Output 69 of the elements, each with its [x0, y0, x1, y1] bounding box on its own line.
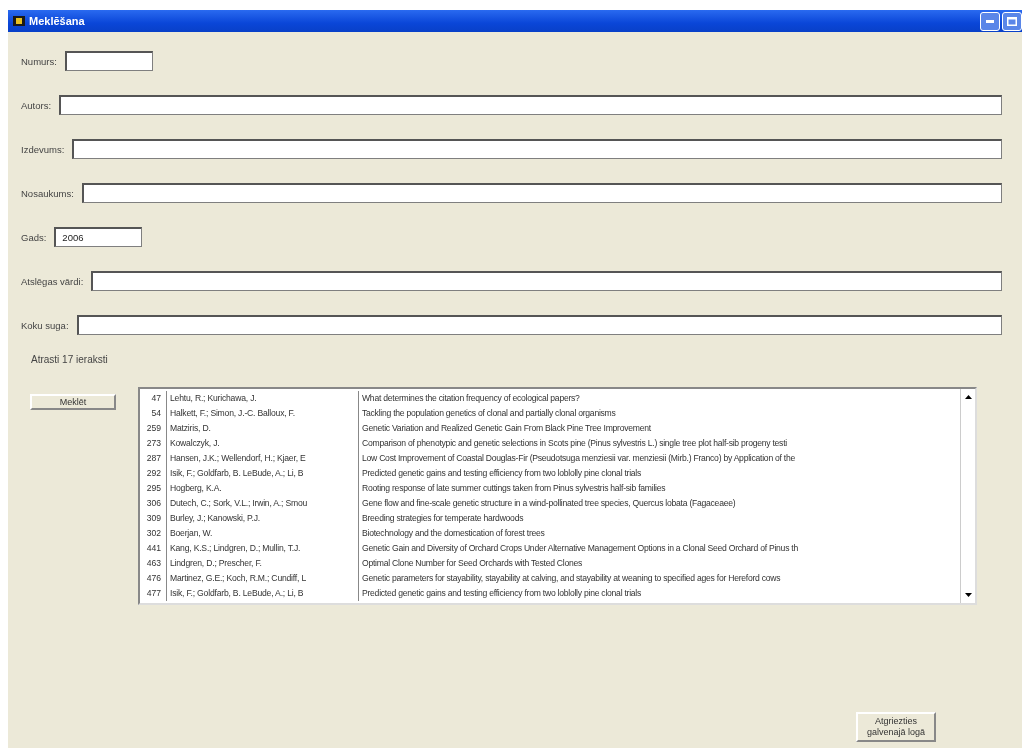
table-cell: Lindgren, D.; Prescher, F.: [166, 556, 359, 571]
table-cell: Kowalczyk, J.: [166, 436, 359, 451]
results-list[interactable]: [138, 387, 977, 605]
table-cell: Hogberg, K.A.: [166, 481, 359, 496]
input-field[interactable]: [76, 315, 1002, 335]
field-label: Koku suga:: [21, 319, 69, 331]
input-field[interactable]: [91, 271, 1002, 291]
field-label: Izdevums:: [21, 143, 65, 155]
input-field[interactable]: [59, 95, 1002, 115]
scroll-up-icon[interactable]: [964, 395, 972, 399]
table-cell: Matziris, D.: [166, 421, 359, 436]
table-cell: Isik, F.; Goldfarb, B. LeBude, A.; Li, B: [166, 466, 359, 481]
window-title: Meklēšana: [29, 15, 85, 27]
field-label: Autors:: [21, 99, 52, 111]
maximize-button[interactable]: [1002, 11, 1022, 31]
table-cell-text: Biotechnology and the domestication of forest trees: [361, 527, 546, 540]
table-cell-text: 54: [150, 407, 162, 420]
table-cell: Lehtu, R.; Kurichawa, J.: [166, 391, 359, 406]
field-label: Gads:: [21, 231, 47, 243]
table-cell-text: 463: [145, 557, 162, 570]
table-cell-text: Gene flow and fine-scale genetic structure in a wind-pollinated tree species, Quercus lobata (Fagaceaee): [361, 497, 737, 510]
search-button[interactable]: Meklēt: [30, 394, 116, 410]
table-cell-text: Genetic parameters for stayability, stayability at calving, and stayability at weaning to specified ages for Hereford cows: [361, 572, 782, 585]
table-cell-text: 306: [145, 497, 162, 510]
table-cell: Dutech, C.; Sork, V.L.; Irwin, A.; Smou: [166, 496, 359, 511]
table-cell-text: Breeding strategies for temperate hardwoods: [361, 512, 525, 525]
return-button[interactable]: Atgriezties galvenajā logā: [856, 712, 936, 742]
table-cell-text: 476: [145, 572, 162, 585]
table-cell: Boerjan, W.: [166, 526, 359, 541]
field-label: Atslēgas vārdi:: [21, 275, 84, 287]
table-cell-text: 287: [145, 452, 162, 465]
table-cell-text: What determines the citation frequency of ecological papers?: [361, 392, 581, 405]
table-cell: Halkett, F.; Simon, J.-C. Balloux, F.: [166, 406, 359, 421]
table-cell-text: 292: [145, 467, 162, 480]
table-cell-text: Optimal Clone Number for Seed Orchards with Tested Clones: [361, 557, 584, 570]
table-cell-text: 309: [145, 512, 162, 525]
scrollbar[interactable]: [960, 389, 975, 603]
input-field[interactable]: [64, 51, 153, 71]
table-cell-text: Genetic Gain and Diversity of Orchard Crops Under Alternative Management Options in a Clonal Seed Orchard of Pinus th: [361, 542, 799, 555]
table-cell-text: Low Cost Improvement of Coastal Douglas-Fir (Pseudotsuga menziesii var. menziesii (Mirb.) Franco) by Application of the: [361, 452, 797, 465]
table-cell-text: Genetic Variation and Realized Genetic Gain From Black Pine Tree Improvement: [361, 422, 652, 435]
field-label: Numurs:: [21, 55, 57, 67]
minimize-button[interactable]: [980, 11, 1000, 31]
table-cell-text: 302: [145, 527, 162, 540]
table-cell: Isik, F.; Goldfarb, B. LeBude, A.; Li, B: [166, 586, 359, 601]
app-icon: [12, 14, 26, 28]
table-cell: Hansen, J.K.; Wellendorf, H.; Kjaer, E: [166, 451, 359, 466]
table-cell-text: 477: [145, 587, 162, 600]
table-cell: Martinez, G.E.; Koch, R.M.; Cundiff, L: [166, 571, 359, 586]
table-cell-text: Comparison of phenotypic and genetic selections in Scots pine (Pinus sylvestris L.) single tree plot half-sib progeny testi: [361, 437, 788, 450]
table-cell-text: 273: [145, 437, 162, 450]
table-cell-text: 259: [145, 422, 162, 435]
table-cell-text: Tackling the population genetics of clonal and partially clonal organisms: [361, 407, 617, 420]
scroll-down-icon[interactable]: [964, 593, 972, 597]
table-cell-text: Predicted genetic gains and testing efficiency from two loblolly pine clonal trials: [361, 467, 643, 480]
table-cell-text: 441: [145, 542, 162, 555]
table-cell: Kang, K.S.; Lindgren, D.; Mullin, T.J.: [166, 541, 359, 556]
result-count: Atrasti 17 ieraksti: [31, 354, 108, 365]
maximize-icon: [1007, 16, 1017, 26]
input-field[interactable]: [81, 183, 1002, 203]
table-cell-text: Rooting response of late summer cuttings taken from Pinus sylvestris half-sib families: [361, 482, 667, 495]
table-cell-text: 295: [145, 482, 162, 495]
field-label: Nosaukums:: [21, 187, 74, 199]
minimize-icon: [986, 19, 994, 23]
table-cell-text: Predicted genetic gains and testing efficiency from two loblolly pine clonal trials: [361, 587, 643, 600]
input-field[interactable]: 2006: [54, 227, 143, 247]
table-cell: Burley, J.; Kanowski, P.J.: [166, 511, 359, 526]
input-field[interactable]: [72, 139, 1002, 159]
table-cell-text: 47: [150, 392, 162, 405]
